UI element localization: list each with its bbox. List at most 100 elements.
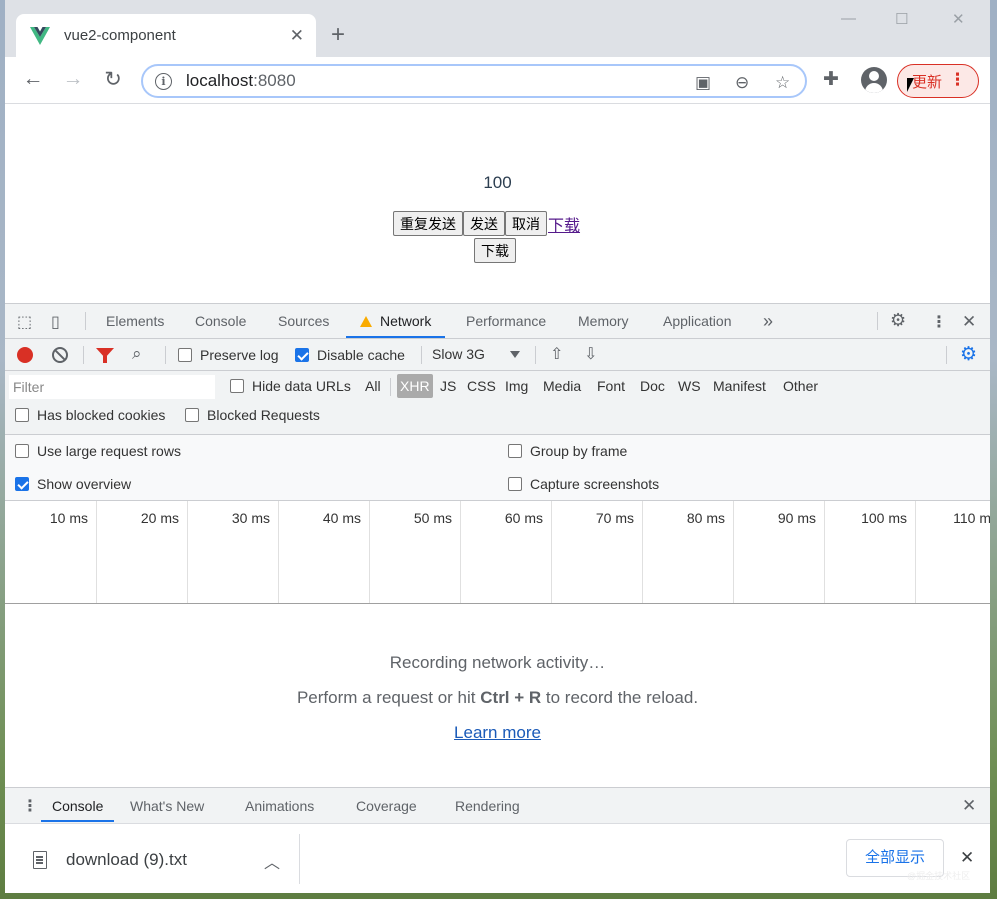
maximize-icon[interactable]: ☐ [895,10,908,28]
tab-elements[interactable]: Elements [106,304,164,338]
close-window-icon[interactable]: ✕ [952,10,965,28]
tab-console[interactable]: Console [195,304,246,338]
preserve-log-box[interactable] [178,348,192,362]
search-icon[interactable]: ⌕ [132,344,142,364]
network-settings-gear-icon[interactable]: ⚙ [960,343,977,366]
drawer-tab-console[interactable]: Console [41,788,115,822]
devtools-panel: ⬚ ▯ Elements Console Sources Network Per… [5,303,990,823]
button-row: 重复发送 发送 取消 下载 [393,211,580,236]
filter-type-img[interactable]: Img [505,378,528,394]
tab-performance[interactable]: Performance [466,304,546,338]
close-drawer-icon[interactable]: ✕ [962,796,976,816]
device-toolbar-icon[interactable]: ▯ [51,312,60,332]
timeline-gridline [278,501,279,603]
drawer-tab-whats-new[interactable]: What's New [130,788,204,822]
tab-network-label: Network [380,313,432,329]
hide-data-urls-checkbox[interactable]: Hide data URLs [230,378,351,394]
resend-button[interactable]: 重复发送 [393,211,463,236]
capture-screenshots-box[interactable] [508,477,522,491]
filter-icon[interactable] [96,348,114,363]
divider [535,346,536,364]
group-by-frame-checkbox[interactable]: Group by frame [508,443,627,459]
back-icon[interactable]: ← [19,67,47,91]
menu-kebab-icon[interactable]: ⋮ [949,70,966,90]
filter-type-manifest[interactable]: Manifest [713,378,766,394]
tab-application[interactable]: Application [663,304,732,338]
large-rows-checkbox[interactable]: Use large request rows [15,443,181,459]
forward-icon[interactable]: → [59,67,87,91]
drawer-menu-icon[interactable]: ⋮ [22,796,38,816]
filter-type-js[interactable]: JS [440,378,456,394]
tab-memory[interactable]: Memory [578,304,629,338]
qr-code-icon[interactable]: ▣ [695,73,711,93]
blocked-requests-checkbox[interactable]: Blocked Requests [185,407,320,423]
drawer-tab-rendering[interactable]: Rendering [455,788,520,822]
throttle-value: Slow 3G [432,346,485,362]
timeline-gridline [733,501,734,603]
group-by-frame-box[interactable] [508,444,522,458]
close-devtools-icon[interactable]: ✕ [962,312,976,332]
filter-type-xhr[interactable]: XHR [397,374,433,398]
reload-shortcut: Ctrl + R [480,688,542,707]
has-blocked-cookies-checkbox[interactable]: Has blocked cookies [15,407,165,423]
address-bar[interactable]: i localhost :8080 ▣ ⊖ ☆ [141,64,807,98]
button-row-2: 下载 [474,238,516,263]
show-overview-checkbox[interactable]: Show overview [15,476,131,492]
send-button[interactable]: 发送 [463,211,505,236]
import-har-icon[interactable]: ⇧ [550,344,563,364]
disable-cache-box[interactable] [295,348,309,362]
download-item-name[interactable]: download (9).txt [66,850,187,870]
filter-type-all[interactable]: All [365,378,381,394]
devtools-tab-bar: ⬚ ▯ Elements Console Sources Network Per… [5,304,990,339]
new-tab-icon[interactable]: + [331,23,345,47]
site-info-icon[interactable]: i [155,72,172,90]
divider [946,346,947,364]
disable-cache-checkbox[interactable]: Disable cache [295,347,405,363]
minimize-icon[interactable]: — [841,10,856,27]
more-tabs-icon[interactable]: » [763,304,773,338]
chevron-up-icon[interactable]: ︿ [264,849,280,873]
cancel-button[interactable]: 取消 [505,211,547,236]
record-icon[interactable] [17,347,33,363]
filter-type-doc[interactable]: Doc [640,378,665,394]
tab-close-icon[interactable]: ✕ [290,26,304,46]
close-shelf-icon[interactable]: ✕ [960,848,974,868]
clear-icon[interactable] [52,347,68,363]
filter-type-ws[interactable]: WS [678,378,701,394]
overview-timeline[interactable]: 10 ms 20 ms 30 ms 40 ms 50 ms 60 ms 70 ms 80 ms… [5,501,990,604]
devtools-menu-icon[interactable]: ⋮ [931,312,947,332]
extensions-icon[interactable]: ✚ [823,68,839,91]
zoom-icon[interactable]: ⊖ [735,73,749,93]
filter-input[interactable] [9,375,215,399]
has-blocked-cookies-box[interactable] [15,408,29,422]
profile-avatar-icon[interactable] [861,67,887,93]
learn-more-link-text[interactable]: Learn more [454,723,541,742]
reload-icon[interactable]: ↻ [99,67,127,92]
throttle-select[interactable]: Slow 3G [432,346,520,362]
show-overview-box[interactable] [15,477,29,491]
hide-data-urls-box[interactable] [230,379,244,393]
filter-type-media[interactable]: Media [543,378,581,394]
capture-screenshots-checkbox[interactable]: Capture screenshots [508,476,659,492]
drawer-tab-coverage[interactable]: Coverage [356,788,417,822]
preserve-log-checkbox[interactable]: Preserve log [178,347,279,363]
watermark: @掘金技术社区 [907,871,971,881]
download-button[interactable]: 下载 [474,238,516,263]
timeline-tick-label: 60 ms [504,510,543,526]
filter-type-other[interactable]: Other [783,378,818,394]
bookmark-star-icon[interactable]: ☆ [775,73,790,93]
filter-type-css[interactable]: CSS [467,378,496,394]
browser-tab[interactable]: vue2-component ✕ [16,14,316,57]
inspect-element-icon[interactable]: ⬚ [17,312,32,332]
export-har-icon[interactable]: ⇩ [584,344,597,364]
tab-network[interactable]: Network [346,304,446,338]
settings-gear-icon[interactable]: ⚙ [890,310,906,331]
filter-bar: Hide data URLs All XHR JS CSS Img Media … [5,371,990,435]
divider [299,834,300,884]
download-link[interactable]: 下载 [548,212,580,236]
tab-sources[interactable]: Sources [278,304,329,338]
large-rows-box[interactable] [15,444,29,458]
blocked-requests-box[interactable] [185,408,199,422]
filter-type-font[interactable]: Font [597,378,625,394]
drawer-tab-animations[interactable]: Animations [245,788,314,822]
